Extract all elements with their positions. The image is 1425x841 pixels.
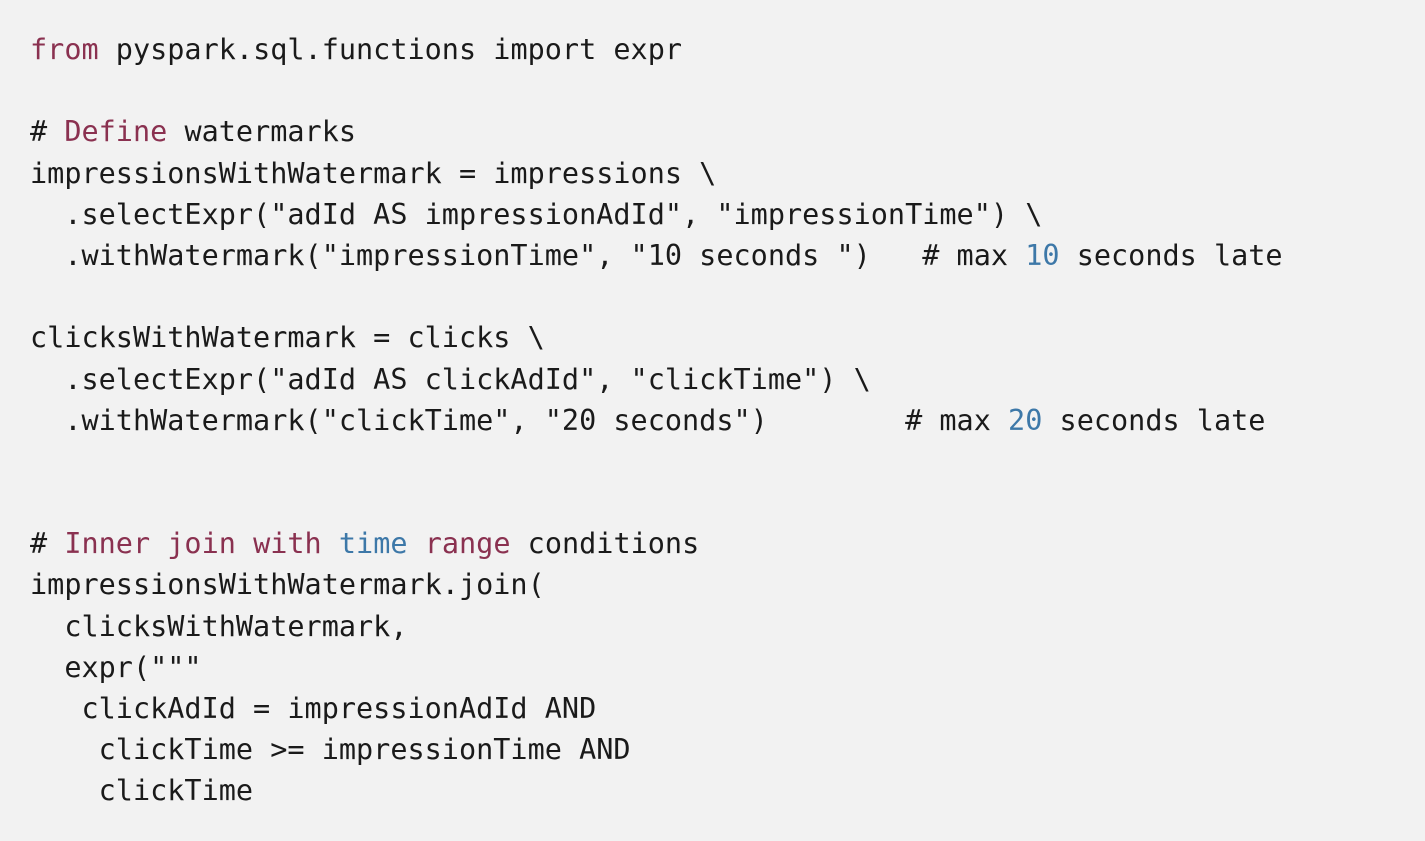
code-token: clicksWithWatermark = clicks \ bbox=[30, 321, 545, 355]
code-token: .withWatermark("impressionTime", "10 sec… bbox=[30, 238, 1026, 272]
code-line: clickTime >= impressionTime AND bbox=[30, 729, 1283, 770]
code-line: ​ bbox=[30, 482, 1283, 523]
code-line: # Inner join with time range conditions bbox=[30, 523, 1283, 564]
code-token: .withWatermark("clickTime", "20 seconds"… bbox=[30, 403, 1009, 437]
number-token: 10 bbox=[1025, 238, 1060, 272]
number-token: time bbox=[338, 527, 408, 561]
code-token: clickAdId = impressionAdId AND bbox=[30, 692, 597, 725]
code-line: impressionsWithWatermark = impressions \ bbox=[30, 153, 1283, 194]
code-line: # Define watermarks bbox=[30, 111, 1283, 152]
code-line: ​ bbox=[30, 441, 1283, 482]
code-block: from pyspark.sql.functions import expr​#… bbox=[30, 29, 1283, 812]
code-token: watermarks bbox=[167, 115, 357, 149]
code-line: ​ bbox=[30, 276, 1283, 317]
keyword-token: Inner join with bbox=[64, 527, 322, 561]
code-line: impressionsWithWatermark.join( bbox=[30, 564, 1283, 605]
keyword-token: range bbox=[424, 527, 511, 561]
code-line: .withWatermark("clickTime", "20 seconds"… bbox=[30, 400, 1283, 441]
code-token: impressionsWithWatermark = impressions \ bbox=[30, 156, 717, 190]
keyword-token: Define bbox=[64, 115, 168, 149]
code-line: ​ bbox=[30, 70, 1283, 111]
keyword-token: from bbox=[30, 33, 99, 66]
code-line: .withWatermark("impressionTime", "10 sec… bbox=[30, 235, 1283, 276]
code-line: .selectExpr("adId AS clickAdId", "clickT… bbox=[30, 359, 1283, 400]
code-token: clickTime bbox=[30, 774, 254, 808]
code-token: clicksWithWatermark, bbox=[30, 609, 408, 643]
code-line: clicksWithWatermark, bbox=[30, 606, 1283, 647]
code-line: clicksWithWatermark = clicks \ bbox=[30, 317, 1283, 358]
code-token: .selectExpr("adId AS impressionAdId", "i… bbox=[30, 197, 1043, 231]
code-token: seconds late bbox=[1042, 403, 1266, 437]
code-token: clickTime >= impressionTime AND bbox=[30, 733, 631, 767]
code-token: .selectExpr("adId AS clickAdId", "clickT… bbox=[30, 362, 871, 396]
number-token: 20 bbox=[1008, 403, 1043, 437]
code-line: clickAdId = impressionAdId AND bbox=[30, 688, 1283, 729]
code-token: conditions bbox=[510, 527, 700, 561]
code-token: pyspark.sql.functions import expr bbox=[98, 33, 683, 66]
code-line: .selectExpr("adId AS impressionAdId", "i… bbox=[30, 194, 1283, 235]
code-token: impressionsWithWatermark.join( bbox=[30, 568, 545, 602]
code-token: seconds late bbox=[1059, 238, 1283, 272]
code-line: clickTime bbox=[30, 770, 1283, 811]
code-line: expr(""" bbox=[30, 647, 1283, 688]
code-token: # bbox=[30, 115, 65, 149]
code-token: # bbox=[30, 527, 65, 561]
code-line: from pyspark.sql.functions import expr bbox=[30, 29, 1283, 70]
code-token: expr(""" bbox=[30, 650, 202, 684]
